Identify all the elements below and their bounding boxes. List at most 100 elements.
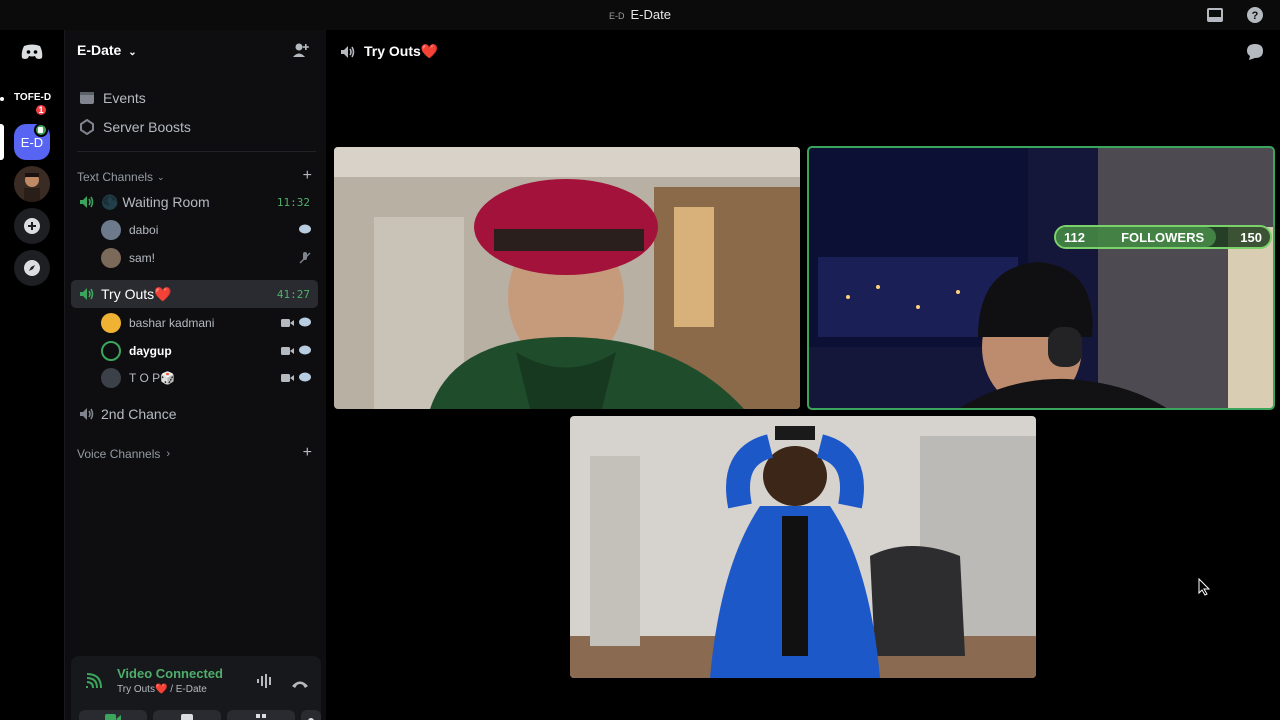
video-icon bbox=[281, 347, 294, 355]
video-icon bbox=[281, 374, 294, 382]
window-title: E-Date bbox=[630, 7, 671, 22]
connection-signal-icon bbox=[85, 672, 103, 695]
server-avatar[interactable] bbox=[14, 166, 50, 202]
call-header: Try Outs❤️ bbox=[340, 43, 438, 60]
activities-button[interactable] bbox=[227, 710, 295, 720]
discover-icon[interactable] bbox=[14, 250, 50, 286]
voice-member[interactable]: daygup bbox=[101, 338, 318, 364]
channel-name: 2nd Chance bbox=[101, 406, 177, 422]
channel-waiting-room[interactable]: 🌑 Waiting Room 11:32 bbox=[71, 188, 318, 216]
member-name: sam! bbox=[129, 251, 156, 265]
boost-icon bbox=[80, 119, 94, 135]
server-boosts-label: Server Boosts bbox=[103, 119, 191, 135]
help-icon[interactable]: ? bbox=[1246, 6, 1264, 24]
mouse-cursor bbox=[1198, 577, 1211, 601]
followers-label: FOLLOWERS bbox=[1121, 229, 1205, 245]
followers-goal: 150 bbox=[1240, 229, 1262, 245]
svg-text:?: ? bbox=[1252, 10, 1259, 22]
channel-2nd-chance[interactable]: 2nd Chance bbox=[71, 400, 318, 428]
participant-video bbox=[334, 147, 800, 409]
channel-try-outs[interactable]: Try Outs❤️ 41:27 bbox=[71, 280, 318, 308]
voice-active-badge bbox=[34, 123, 48, 137]
camera-button[interactable] bbox=[79, 710, 147, 720]
voice-channels-category[interactable]: Voice Channels › bbox=[77, 447, 170, 461]
participant-video bbox=[570, 416, 1036, 678]
server-boosts-item[interactable]: Server Boosts bbox=[79, 119, 191, 135]
inbox-icon[interactable] bbox=[1206, 6, 1224, 24]
channel-name: Try Outs❤️ bbox=[101, 285, 172, 302]
camera-icon bbox=[105, 714, 121, 720]
channel-sidebar: E-Date ⌄ Events Server Boosts Text Chann… bbox=[64, 30, 326, 720]
avatar bbox=[101, 220, 121, 240]
share-screen-icon bbox=[181, 714, 193, 720]
chevron-right-icon: › bbox=[166, 448, 171, 460]
discord-home-button[interactable] bbox=[14, 34, 50, 70]
stream-icon bbox=[299, 317, 311, 327]
guild-name: E-Date bbox=[77, 42, 122, 58]
mention-badge: 1 bbox=[34, 103, 48, 117]
text-channels-category[interactable]: Text Channels ⌄ bbox=[77, 170, 165, 184]
channel-name: 🌑 Waiting Room bbox=[101, 193, 210, 210]
channel-timer: 41:27 bbox=[276, 287, 310, 301]
video-tile[interactable] bbox=[334, 147, 800, 409]
voice-status-title: Video Connected bbox=[117, 666, 223, 681]
speaker-icon bbox=[79, 407, 95, 421]
voice-member[interactable]: sam! bbox=[101, 245, 318, 271]
chevron-down-icon: ⌄ bbox=[157, 171, 165, 182]
avatar bbox=[101, 368, 121, 388]
share-screen-button[interactable] bbox=[153, 710, 221, 720]
stream-icon bbox=[299, 372, 311, 382]
unread-indicator bbox=[0, 97, 4, 101]
speaker-icon bbox=[341, 45, 355, 58]
add-channel-icon[interactable]: + bbox=[303, 444, 312, 462]
avatar bbox=[101, 341, 121, 361]
server-tofe[interactable]: TOFE-D bbox=[14, 92, 51, 103]
disconnect-icon[interactable] bbox=[291, 676, 309, 694]
call-area: Try Outs❤️ 112 FOLLOWERS 150 bbox=[326, 30, 1280, 720]
followers-goal-overlay: 112 FOLLOWERS 150 bbox=[1054, 225, 1272, 249]
voice-status-location[interactable]: Try Outs❤️ / E-Date bbox=[117, 684, 207, 695]
stream-icon bbox=[299, 224, 311, 234]
activities-icon bbox=[256, 714, 266, 718]
window-mini-label: E-D bbox=[609, 11, 625, 21]
invite-people-icon[interactable] bbox=[292, 42, 310, 63]
sidebar-divider bbox=[77, 151, 316, 152]
member-name: daygup bbox=[129, 344, 172, 358]
member-name: T O P🎲 bbox=[129, 371, 176, 385]
video-icon bbox=[281, 319, 294, 327]
speaker-icon bbox=[79, 195, 95, 209]
events-label: Events bbox=[103, 90, 146, 106]
chevron-down-icon: ⌄ bbox=[128, 47, 137, 58]
text-channels-label: Text Channels bbox=[77, 170, 154, 184]
soundboard-icon bbox=[308, 718, 314, 720]
stream-icon bbox=[299, 345, 311, 355]
member-name: bashar kadmani bbox=[129, 316, 215, 330]
server-rail: TOFE-D 1 E-D bbox=[0, 30, 64, 720]
video-tile-speaking[interactable]: 112 FOLLOWERS 150 bbox=[807, 146, 1275, 410]
followers-current: 112 bbox=[1064, 229, 1085, 245]
video-tile[interactable] bbox=[570, 416, 1036, 678]
title-bar: E-D E-Date ? bbox=[0, 0, 1280, 30]
chat-icon[interactable] bbox=[1246, 43, 1264, 66]
avatar bbox=[101, 313, 121, 333]
speaker-icon bbox=[79, 287, 95, 301]
guild-header[interactable]: E-Date ⌄ bbox=[77, 42, 137, 58]
soundboard-button[interactable] bbox=[301, 710, 321, 720]
channel-timer: 11:32 bbox=[276, 195, 310, 209]
avatar bbox=[101, 248, 121, 268]
voice-member[interactable]: bashar kadmani bbox=[101, 310, 318, 336]
noise-suppression-icon[interactable] bbox=[256, 674, 274, 693]
participant-video bbox=[808, 147, 1274, 409]
events-item[interactable]: Events bbox=[79, 90, 146, 106]
call-channel-title: Try Outs❤️ bbox=[364, 43, 439, 59]
voice-member[interactable]: daboi bbox=[101, 217, 318, 243]
muted-mic-icon bbox=[299, 252, 311, 264]
add-channel-icon[interactable]: + bbox=[303, 167, 312, 185]
selected-server-pill bbox=[0, 124, 4, 160]
calendar-icon bbox=[80, 92, 94, 104]
voice-member[interactable]: T O P🎲 bbox=[101, 365, 318, 391]
member-name: daboi bbox=[129, 223, 159, 237]
add-server-button[interactable] bbox=[14, 208, 50, 244]
voice-channels-label: Voice Channels bbox=[77, 447, 161, 461]
window-title-group: E-D E-Date bbox=[0, 7, 1280, 22]
